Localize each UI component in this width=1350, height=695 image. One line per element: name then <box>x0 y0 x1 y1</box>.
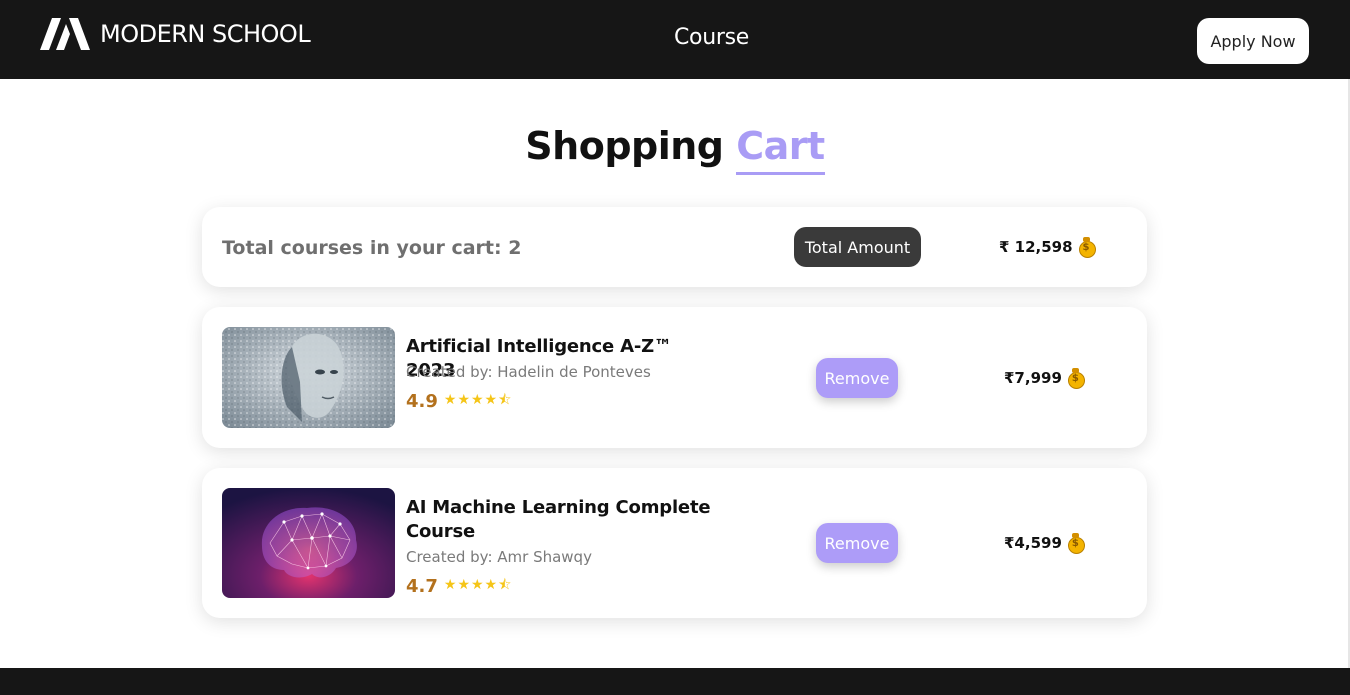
brand-name: MODERN SCHOOL <box>100 20 311 48</box>
remove-button[interactable]: Remove <box>816 358 898 398</box>
apply-now-button[interactable]: Apply Now <box>1197 18 1309 64</box>
total-price-value: ₹ 12,598 <box>999 237 1073 256</box>
rating-value: 4.7 <box>406 575 438 597</box>
page-title: Shopping Cart <box>0 124 1350 175</box>
course-price: ₹4,599 <box>1004 533 1085 554</box>
course-rating: 4.7 ★★★★⯪ <box>406 574 512 598</box>
course-price: ₹7,999 <box>1004 368 1085 389</box>
glowing-brain-image[interactable] <box>222 488 395 598</box>
total-amount-badge: Total Amount <box>794 227 921 267</box>
remove-button[interactable]: Remove <box>816 523 898 563</box>
course-author: Created by: Amr Shawqy <box>406 548 592 566</box>
cart-count-text: Total courses in your cart: 2 <box>222 237 522 259</box>
course-title[interactable]: AI Machine Learning Complete Course <box>406 496 716 544</box>
top-navbar: MODERN SCHOOL Course Apply Now <box>0 0 1350 79</box>
course-price-value: ₹7,999 <box>1004 368 1062 387</box>
brand[interactable]: MODERN SCHOOL <box>40 18 311 50</box>
brand-logo-icon <box>40 18 90 50</box>
money-bag-icon <box>1078 237 1096 258</box>
course-rating: 4.9 ★★★★⯪ <box>406 389 512 413</box>
money-bag-icon <box>1067 368 1085 389</box>
star-icon: ★★★★⯪ <box>443 577 513 593</box>
nav-link-course[interactable]: Course <box>674 25 749 50</box>
footer <box>0 668 1350 695</box>
cart-item: Artificial Intelligence A-Z™ 2023 Create… <box>202 307 1147 448</box>
total-price: ₹ 12,598 <box>999 237 1096 258</box>
course-price-value: ₹4,599 <box>1004 533 1062 552</box>
ai-face-image[interactable] <box>222 327 395 428</box>
rating-value: 4.9 <box>406 390 438 412</box>
course-author: Created by: Hadelin de Ponteves <box>406 363 651 381</box>
cart-summary-card: Total courses in your cart: 2 Total Amou… <box>202 207 1147 287</box>
cart-item: AI Machine Learning Complete Course Crea… <box>202 468 1147 618</box>
page-title-accent: Cart <box>736 124 825 175</box>
money-bag-icon <box>1067 533 1085 554</box>
page-title-main: Shopping <box>525 124 724 168</box>
star-icon: ★★★★⯪ <box>443 392 513 408</box>
